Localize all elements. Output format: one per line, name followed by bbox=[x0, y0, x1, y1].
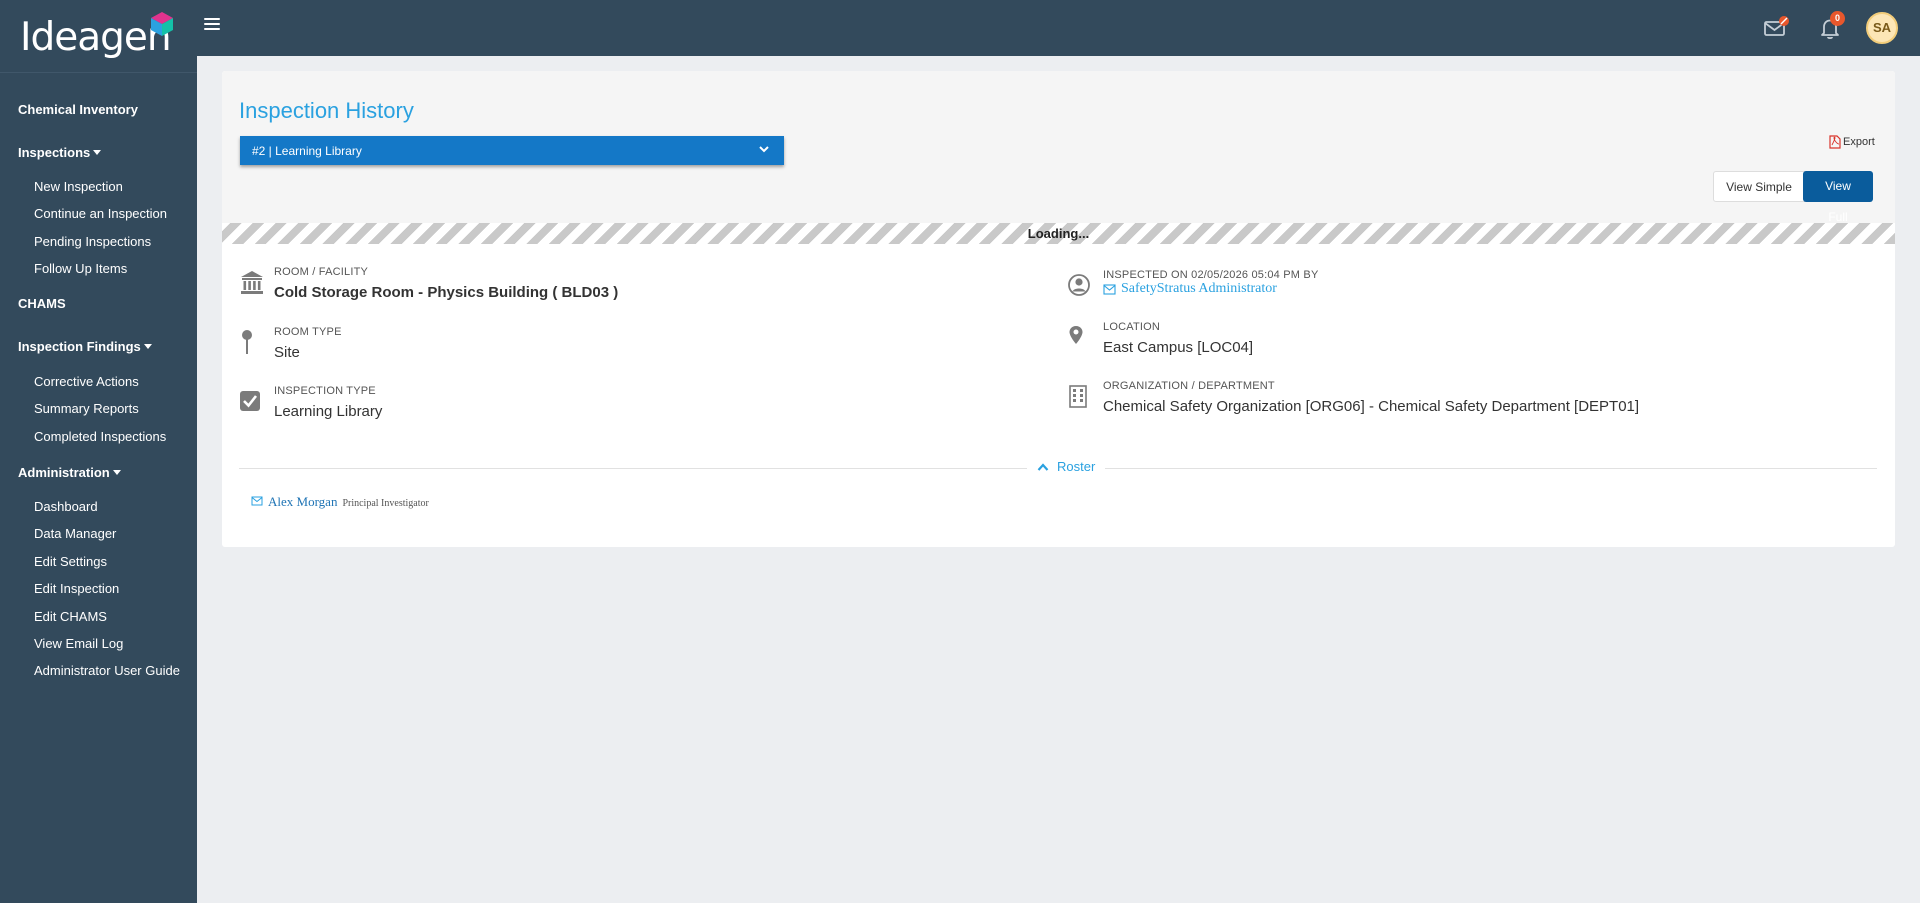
field-organization: ORGANIZATION / DEPARTMENT Chemical Safet… bbox=[1068, 380, 1888, 420]
sidebar-item-edit-settings[interactable]: Edit Settings bbox=[34, 554, 107, 569]
map-marker-icon bbox=[1069, 326, 1083, 344]
roster-member-role: Principal Investigator bbox=[342, 498, 429, 509]
sidebar-item-chams[interactable]: CHAMS bbox=[18, 296, 66, 311]
sidebar-item-follow-up-items[interactable]: Follow Up Items bbox=[34, 261, 127, 276]
logo-cube-icon bbox=[151, 12, 173, 36]
pushpin-icon bbox=[242, 330, 252, 354]
field-label: ORGANIZATION / DEPARTMENT bbox=[1103, 380, 1275, 392]
sidebar-item-label: CHAMS bbox=[18, 296, 66, 311]
roster-member-name[interactable]: Alex Morgan bbox=[268, 494, 337, 510]
field-label: ROOM / FACILITY bbox=[274, 266, 369, 278]
sidebar-item-admin-user-guide[interactable]: Administrator User Guide bbox=[34, 663, 180, 678]
field-label: INSPECTED ON 02/05/2026 05:04 PM BY bbox=[1103, 269, 1319, 281]
sidebar-divider bbox=[0, 72, 197, 73]
sidebar: Ideagen Chemical Inventory Inspections N… bbox=[0, 0, 197, 903]
loading-bar: Loading... bbox=[222, 223, 1895, 244]
sidebar-item-dashboard[interactable]: Dashboard bbox=[34, 499, 98, 514]
chevron-up-icon bbox=[1037, 462, 1049, 471]
view-simple-button[interactable]: View Simple bbox=[1713, 171, 1805, 202]
chevron-down-icon bbox=[759, 146, 769, 153]
inspection-selector-value: #2 | Learning Library bbox=[252, 144, 362, 158]
roster-toggle-label: Roster bbox=[1057, 459, 1096, 474]
mail-icon[interactable] bbox=[1762, 14, 1790, 42]
sidebar-item-inspection-findings[interactable]: Inspection Findings bbox=[18, 339, 152, 354]
card-header: Inspection History #2 | Learning Library… bbox=[222, 71, 1895, 224]
building-icon bbox=[1069, 385, 1087, 408]
topbar: 0 SA bbox=[197, 0, 1920, 56]
inspection-selector[interactable]: #2 | Learning Library bbox=[240, 136, 784, 165]
institution-icon bbox=[241, 271, 263, 294]
envelope-icon bbox=[251, 496, 263, 506]
user-avatar[interactable]: SA bbox=[1866, 12, 1898, 44]
inspection-history-card: Inspection History #2 | Learning Library… bbox=[222, 71, 1895, 547]
sidebar-item-label: Inspections bbox=[18, 145, 91, 160]
sidebar-item-completed-inspections[interactable]: Completed Inspections bbox=[34, 429, 166, 444]
field-location: LOCATION East Campus [LOC04] bbox=[1068, 321, 1868, 361]
sidebar-item-corrective-actions[interactable]: Corrective Actions bbox=[34, 374, 139, 389]
field-value: East Campus [LOC04] bbox=[1103, 339, 1254, 356]
roster-toggle[interactable]: Roster bbox=[1027, 459, 1106, 474]
sidebar-item-summary-reports[interactable]: Summary Reports bbox=[34, 401, 139, 416]
roster-member: Alex Morgan Principal Investigator bbox=[251, 494, 429, 510]
field-room-facility: ROOM / FACILITY Cold Storage Room - Phys… bbox=[239, 266, 939, 306]
notification-badge: 0 bbox=[1830, 11, 1845, 26]
caret-down-icon bbox=[93, 150, 102, 155]
field-value: Learning Library bbox=[274, 403, 383, 420]
field-value: Cold Storage Room - Physics Building ( B… bbox=[274, 284, 619, 301]
sidebar-item-view-email-log[interactable]: View Email Log bbox=[34, 636, 123, 651]
field-label: LOCATION bbox=[1103, 321, 1161, 333]
view-full-button[interactable]: View Full bbox=[1803, 171, 1873, 224]
sidebar-item-pending-inspections[interactable]: Pending Inspections bbox=[34, 234, 151, 249]
sidebar-item-label: Chemical Inventory bbox=[18, 102, 138, 117]
sidebar-item-chemical-inventory[interactable]: Chemical Inventory bbox=[18, 102, 138, 117]
sidebar-item-edit-inspection[interactable]: Edit Inspection bbox=[34, 581, 119, 596]
checkbox-checked-icon bbox=[240, 391, 260, 411]
page-title: Inspection History bbox=[239, 98, 414, 123]
sidebar-item-administration[interactable]: Administration bbox=[18, 465, 121, 480]
sidebar-item-label: Administration bbox=[18, 465, 110, 480]
sidebar-item-data-manager[interactable]: Data Manager bbox=[34, 526, 116, 541]
export-label: Export bbox=[1843, 136, 1875, 148]
pdf-icon bbox=[1829, 135, 1841, 149]
menu-toggle-icon[interactable] bbox=[204, 18, 220, 32]
field-inspected-on: INSPECTED ON 02/05/2026 05:04 PM BY Safe… bbox=[1068, 269, 1868, 309]
view-mode-toggle: View Simple View Full bbox=[1713, 171, 1873, 224]
field-value: SafetyStratus Administrator bbox=[1103, 281, 1277, 297]
field-value: Chemical Safety Organization [ORG06] - C… bbox=[1103, 398, 1640, 415]
field-room-type: ROOM TYPE Site bbox=[239, 326, 939, 366]
field-label: ROOM TYPE bbox=[274, 326, 342, 338]
sidebar-item-continue-inspection[interactable]: Continue an Inspection bbox=[34, 206, 167, 221]
inspector-link[interactable]: SafetyStratus Administrator bbox=[1121, 281, 1277, 297]
field-value: Site bbox=[274, 344, 300, 361]
caret-down-icon bbox=[112, 470, 121, 475]
sidebar-item-new-inspection[interactable]: New Inspection bbox=[34, 179, 123, 194]
user-circle-icon bbox=[1068, 274, 1090, 296]
sidebar-item-edit-chams[interactable]: Edit CHAMS bbox=[34, 609, 107, 624]
sidebar-item-inspections[interactable]: Inspections bbox=[18, 145, 102, 160]
sidebar-item-label: Inspection Findings bbox=[18, 339, 141, 354]
field-label: INSPECTION TYPE bbox=[274, 385, 376, 397]
field-inspection-type: INSPECTION TYPE Learning Library bbox=[239, 385, 939, 425]
envelope-icon bbox=[1103, 283, 1116, 295]
export-button[interactable]: Export bbox=[1829, 135, 1875, 149]
caret-down-icon bbox=[143, 344, 152, 349]
